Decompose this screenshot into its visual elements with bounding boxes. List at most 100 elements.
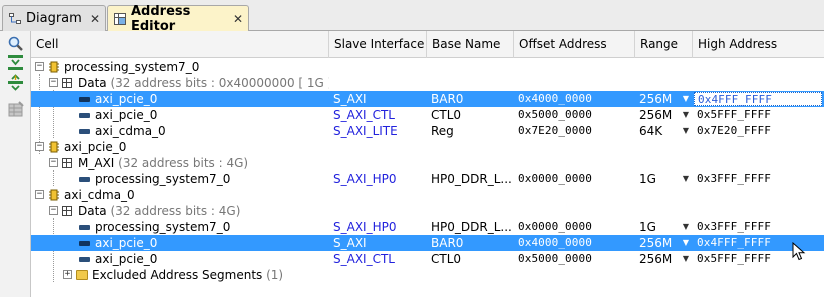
high-address-field[interactable]: 0x7E20_FFFF [697,123,822,139]
column-header-cell[interactable]: Cell [31,31,329,58]
close-icon[interactable]: ✕ [90,12,100,26]
cell-name: M_AXI (32 address bits : 4G) [78,155,329,171]
slave-interface-link[interactable]: S_AXI [333,91,427,107]
column-header-slave-interface[interactable]: Slave Interface [329,31,427,58]
expand-icon[interactable]: + [63,270,72,279]
collapse-icon[interactable]: − [49,206,58,215]
table-row[interactable]: axi_pcie_0 S_AXI BAR0 0x4000_0000 256M ▼ 0x4FF… [31,235,824,251]
collapse-icon[interactable]: − [35,62,44,71]
collapse-icon[interactable]: − [35,190,44,199]
slave-interface-link[interactable]: S_AXI_HP0 [333,171,427,187]
cell-name: axi_cdma_0 [95,123,329,139]
processor-icon [48,141,60,153]
high-address-field[interactable]: 0x3FFF_FFFF [697,171,822,187]
range-select[interactable]: 64K ▼ [639,123,693,139]
table-row[interactable]: processing_system7_0 S_AXI_HP0 HP0_DDR_L..… [31,219,824,235]
collapse-icon[interactable]: − [35,142,44,151]
processor-icon [48,189,60,201]
table-row[interactable]: axi_pcie_0 S_AXI_CTL CTL0 0x5000_0000 256M ▼ 0… [31,251,824,267]
search-icon[interactable] [7,35,25,53]
tab-address-editor-label: Address Editor [131,4,191,34]
range-select[interactable]: 1G ▼ [639,171,693,187]
chevron-down-icon[interactable]: ▼ [683,219,689,235]
slave-interface-link[interactable]: S_AXI_LITE [333,123,427,139]
column-header-high-address[interactable]: High Address [693,31,824,58]
column-header-offset-address[interactable]: Offset Address [514,31,635,58]
cell-name: axi_pcie_0 [64,139,329,155]
chevron-down-icon[interactable]: ▼ [683,171,689,187]
cell-label: processing_system7_0 [95,172,231,186]
tree-node-processor[interactable]: − processing_system7_0 [31,59,824,75]
cell-label: Data [78,204,107,218]
table-header: Cell Slave Interface Base Name Offset Ad… [31,31,824,58]
column-header-base-name[interactable]: Base Name [427,31,514,58]
tree-node-excluded[interactable]: + Excluded Address Segments (1) [31,267,824,283]
offset-address-field[interactable]: 0x5000_0000 [518,107,635,123]
cell-name: axi_pcie_0 [95,251,329,267]
tree-node-space[interactable]: − M_AXI (32 address bits : 4G) [31,155,824,171]
offset-address-field[interactable]: 0x0000_0000 [518,219,635,235]
range-select[interactable]: 256M ▼ [639,235,693,251]
base-name: Reg [431,124,454,138]
address-editor-toolbar [0,31,31,297]
address-segment-icon [79,225,90,230]
table-row[interactable]: processing_system7_0 S_AXI_HP0 HP0_DDR_L..… [31,171,824,187]
auto-assign-icon[interactable] [7,101,25,119]
range-select[interactable]: 1G ▼ [639,219,693,235]
base-name: BAR0 [431,236,464,250]
tree-node-space[interactable]: − Data (32 address bits : 0x40000000 [ 1G… [31,75,824,91]
collapse-icon[interactable]: − [49,78,58,87]
table-row[interactable]: axi_pcie_0 S_AXI BAR0 0x4000_0000 256M ▼ 0x4FF… [31,91,824,107]
base-name: CTL0 [431,252,462,266]
collapse-icon[interactable]: − [49,158,58,167]
tree-node-processor[interactable]: − axi_cdma_0 [31,187,824,203]
slave-interface-link[interactable]: S_AXI_CTL [333,107,427,123]
tab-diagram[interactable]: Diagram ✕ [2,5,106,31]
offset-address-field[interactable]: 0x4000_0000 [518,235,635,251]
tab-address-editor[interactable]: Address Editor ✕ [107,4,249,34]
slave-interface-link[interactable]: S_AXI_CTL [333,251,427,267]
address-space-icon [62,158,72,168]
cell-label: axi_pcie_0 [95,252,158,266]
address-space-icon [62,78,72,88]
cell-name: Excluded Address Segments (1) [92,267,329,283]
chevron-down-icon[interactable]: ▼ [683,251,689,267]
range-select[interactable]: 256M ▼ [639,91,693,107]
cell-detail: (32 address bits : 4G) [106,204,241,218]
cell-name: Data (32 address bits : 0x40000000 [ 1G … [78,75,329,91]
offset-address-field[interactable]: 0x0000_0000 [518,171,635,187]
mouse-cursor-icon [792,241,806,262]
table-row[interactable]: axi_pcie_0 S_AXI_CTL CTL0 0x5000_0000 256M ▼ 0… [31,107,824,123]
table-row[interactable]: axi_cdma_0 S_AXI_LITE Reg 0x7E20_0000 64K ▼ 0x… [31,123,824,139]
tree-node-space[interactable]: − Data (32 address bits : 4G) [31,203,824,219]
cell-label: axi_pcie_0 [95,92,158,106]
range-select[interactable]: 256M ▼ [639,107,693,123]
high-address-field[interactable]: 0x5FFF_FFFF [697,107,822,123]
cell-label: axi_cdma_0 [95,124,166,138]
tree-node-processor[interactable]: − axi_pcie_0 [31,139,824,155]
slave-interface-link[interactable]: S_AXI_HP0 [333,219,427,235]
slave-interface-link[interactable]: S_AXI [333,235,427,251]
address-editor-icon [114,13,126,25]
offset-address-field[interactable]: 0x5000_0000 [518,251,635,267]
chevron-down-icon[interactable]: ▼ [683,123,689,139]
collapse-all-icon[interactable] [7,54,25,72]
chevron-down-icon[interactable]: ▼ [683,107,689,123]
offset-address-field[interactable]: 0x7E20_0000 [518,123,635,139]
column-header-range[interactable]: Range [635,31,693,58]
high-address-input[interactable]: 0x4FFF_FFFF [694,92,822,106]
high-address-field[interactable]: 0x4FFF_FFFF [693,91,824,107]
tab-diagram-label: Diagram [26,11,82,26]
chevron-down-icon[interactable]: ▼ [683,235,689,251]
expand-all-icon[interactable] [7,74,25,92]
cell-detail: (32 address bits : 0x40000000 [ 1G ]) [106,76,329,90]
range-select[interactable]: 256M ▼ [639,251,693,267]
base-name: CTL0 [431,108,462,122]
address-segment-icon [79,177,90,182]
cell-label: axi_pcie_0 [95,236,158,250]
offset-address-field[interactable]: 0x4000_0000 [518,91,635,107]
close-icon[interactable]: ✕ [233,12,243,26]
base-name: HP0_DDR_L... [431,172,512,186]
chevron-down-icon[interactable]: ▼ [683,91,689,107]
high-address-field[interactable]: 0x3FFF_FFFF [697,219,822,235]
